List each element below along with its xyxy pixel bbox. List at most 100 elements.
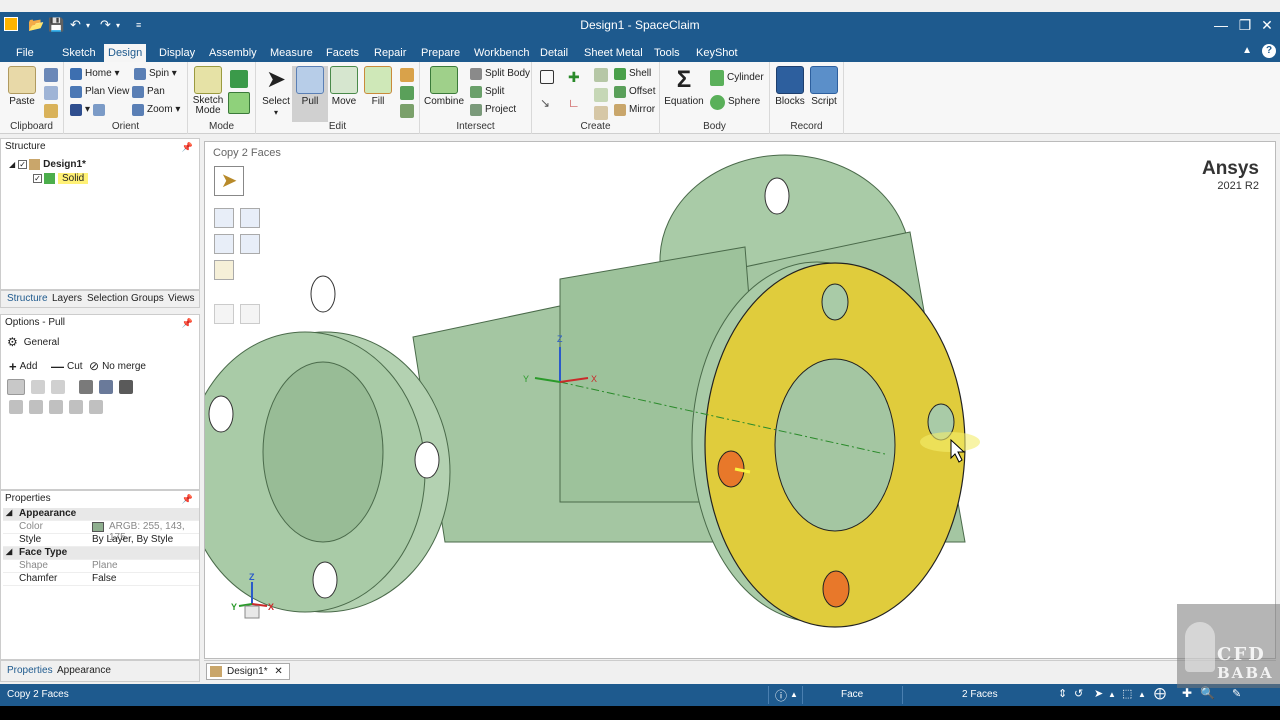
offset-button[interactable]: Offset [614,84,656,100]
collapse-arrow-icon[interactable]: ◢ [9,160,15,169]
tab-display[interactable]: Display [155,44,199,62]
shell-button[interactable]: Shell [614,66,651,82]
paste-button[interactable]: Paste [4,66,40,107]
tab-keyshot[interactable]: KeyShot [692,44,742,62]
3d-mode-icon[interactable] [228,92,250,114]
pin-icon[interactable]: 📌 [182,139,193,155]
tab-prepare[interactable]: Prepare [417,44,464,62]
maximize-icon[interactable]: ❐ [1234,14,1256,36]
sphere-button[interactable]: Sphere [710,94,760,110]
info-dropdown-icon[interactable]: ▲ [790,690,798,699]
fill-pattern-icon[interactable] [594,106,608,120]
zoom-button[interactable]: Zoom ▾ [132,102,180,118]
plane-icon[interactable] [540,70,554,84]
no-merge-option[interactable]: ⊘ No merge [89,359,146,373]
option-d-icon[interactable] [69,400,83,414]
section-mode-icon[interactable] [230,70,248,88]
sweep-icon[interactable] [51,380,65,394]
tab-selection[interactable]: Selection [87,293,128,304]
visibility-checkbox[interactable]: ✓ [33,173,42,183]
split-button[interactable]: Split [470,84,504,100]
option-b-icon[interactable] [29,400,43,414]
revolve-icon[interactable] [31,380,45,394]
point-icon[interactable]: ✚ [568,70,582,84]
pull-arrow-right[interactable] [920,432,980,452]
pin-icon[interactable]: 📌 [182,315,193,331]
circular-pattern-icon[interactable] [594,88,608,102]
plan-view-button[interactable]: Plan View [70,84,129,100]
property-style[interactable]: Style By Layer, By Style [3,534,199,547]
pin-icon[interactable]: 📌 [182,491,193,507]
pivot-icon[interactable] [119,380,133,394]
document-tab-design1[interactable]: Design1* ✕ [206,663,290,680]
tab-measure[interactable]: Measure [266,44,317,62]
select-button[interactable]: ➤ Select ▾ [258,66,294,118]
tab-facets[interactable]: Facets [322,44,363,62]
visibility-checkbox[interactable]: ✓ [18,159,28,169]
project-button[interactable]: Project [470,102,516,118]
collapse-arrow-icon[interactable]: ◢ [6,508,12,517]
collapse-ribbon-icon[interactable]: ▲ [1242,45,1252,56]
close-icon[interactable]: ✕ [1256,14,1278,36]
option-a-icon[interactable] [9,400,23,414]
tree-item-solid[interactable]: ✓ Solid [33,171,89,185]
tab-assembly[interactable]: Assembly [205,44,261,62]
select-arrow-icon[interactable]: ➤ [1094,687,1103,700]
fill-button[interactable]: Fill [360,66,396,107]
collapse-arrow-icon[interactable]: ◢ [6,547,12,556]
draft-icon[interactable] [79,380,93,394]
pan-status-icon[interactable]: ✚ [1182,686,1192,700]
selection-count[interactable]: 2 Faces [962,689,998,700]
display-status-icon[interactable]: ✎ [1232,687,1241,700]
selection-type[interactable]: Face [841,689,863,700]
axis-icon[interactable]: ↘ [540,96,554,110]
right-bolt-hole-bottom-selected[interactable] [822,570,850,608]
property-color[interactable]: Color ARGB: 255, 143, 175 [3,521,199,543]
script-button[interactable]: Script [806,66,842,107]
color-swatch[interactable] [92,522,104,532]
tab-layers[interactable]: Layers [52,293,82,304]
split-body-button[interactable]: Split Body [470,66,530,82]
copy-icon[interactable] [44,86,58,100]
option-c-icon[interactable] [49,400,63,414]
home-button[interactable]: Home ▾ [70,66,120,82]
undo-selection-icon[interactable]: ↺ [1074,687,1083,700]
equation-button[interactable]: Σ Equation [662,66,706,107]
tree-item-design1[interactable]: ◢ ✓ Design1* [9,157,86,171]
minimize-icon[interactable]: — [1210,14,1232,36]
pan-button[interactable]: Pan [132,84,165,100]
pull-button[interactable]: Pull [292,66,328,122]
info-icon[interactable]: ⓘ [775,687,787,704]
tab-tools[interactable]: Tools [650,44,684,62]
appearance-header[interactable]: ◢ Appearance [3,508,199,521]
tab-properties[interactable]: Properties [7,665,53,676]
tab-sheet-metal[interactable]: Sheet Metal [580,44,647,62]
combine-button[interactable]: Combine [424,66,464,107]
tab-design[interactable]: Design [104,44,147,62]
blend-icon[interactable] [400,104,414,118]
tab-sketch[interactable]: Sketch [58,44,100,62]
blocks-button[interactable]: Blocks [772,66,808,107]
tab-appearance[interactable]: Appearance [57,665,111,676]
spin-button[interactable]: Spin ▾ [134,66,177,82]
box-select-dropdown-icon[interactable]: ▲ [1138,690,1146,699]
move-button[interactable]: Move [326,66,362,107]
previous-next-icon[interactable]: ⇕ [1058,687,1067,700]
sketch-mode-button[interactable]: Sketch Mode [190,66,226,116]
cylinder-button[interactable]: Cylinder [710,70,764,86]
replace-icon[interactable] [400,68,414,82]
close-tab-icon[interactable]: ✕ [274,666,282,677]
tab-groups[interactable]: Groups [131,293,164,304]
mirror-button[interactable]: Mirror [614,102,655,118]
help-icon[interactable]: ? [1262,44,1276,58]
tab-file[interactable]: File [12,44,38,62]
box-select-icon[interactable]: ⬚ [1122,687,1132,700]
property-shape[interactable]: Shape Plane [3,560,199,573]
format-painter-icon[interactable] [44,104,58,118]
cut-icon[interactable] [44,68,58,82]
3d-viewport[interactable]: Copy 2 Faces Ansys 2021 R2 ➤ Z X Y Z X Y [204,141,1276,659]
tab-structure[interactable]: Structure [7,293,48,304]
select-dropdown-icon[interactable]: ▲ [1108,690,1116,699]
blend-option-icon[interactable] [99,380,113,394]
pattern-icon[interactable] [594,68,608,82]
